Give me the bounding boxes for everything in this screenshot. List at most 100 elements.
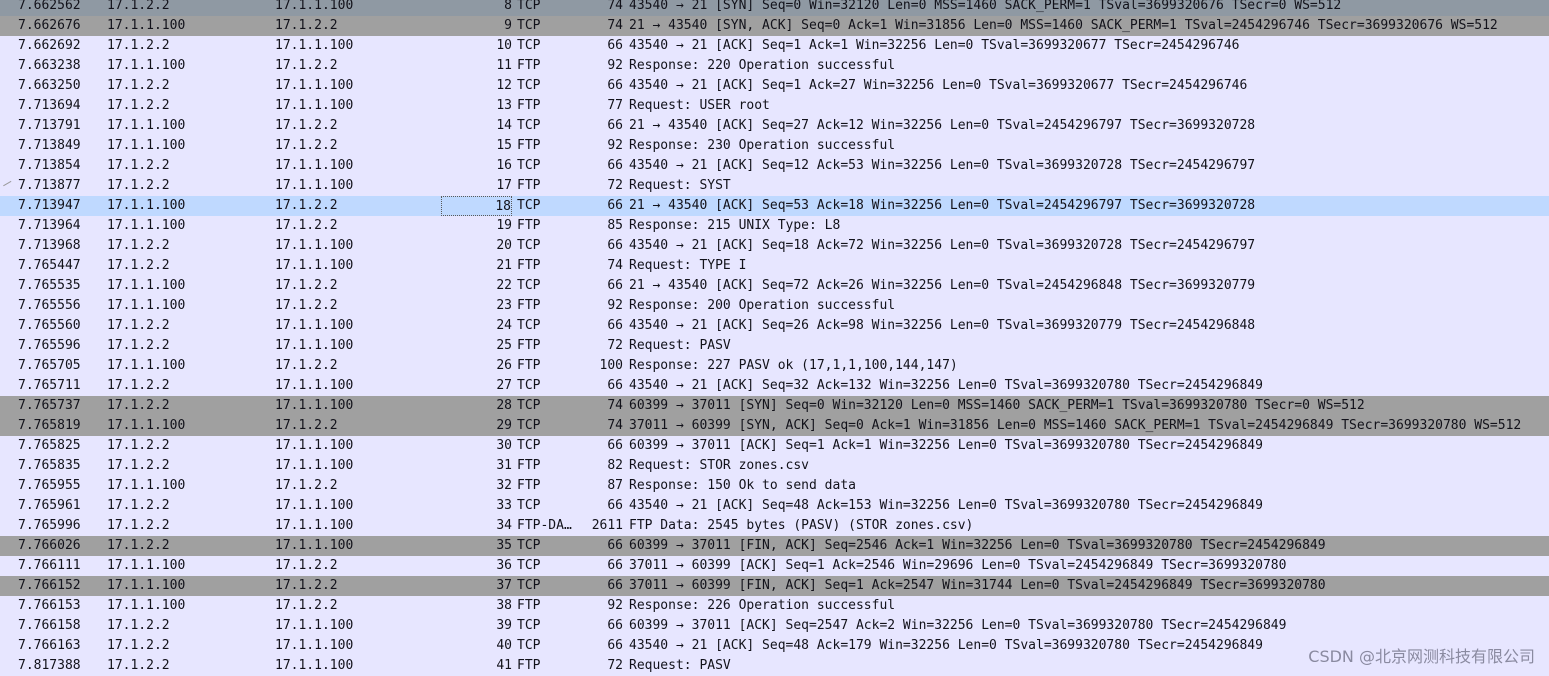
packet-row[interactable]: 7.766026 17.1.2.2 17.1.1.100 35 TCP 66 6… <box>0 536 1549 556</box>
destination-cell: 17.1.1.100 <box>275 238 354 253</box>
number-cell: 39 <box>496 618 512 633</box>
number-cell: 24 <box>496 318 512 333</box>
packet-row[interactable]: 7.713694 17.1.2.2 17.1.1.100 13 FTP 77 R… <box>0 96 1549 116</box>
length-cell: 66 <box>607 638 623 653</box>
packet-row[interactable]: 7.765955 17.1.1.100 17.1.2.2 32 FTP 87 R… <box>0 476 1549 496</box>
packet-row-selected[interactable]: 7.713947 17.1.1.100 17.1.2.2 18 TCP 66 2… <box>0 196 1549 216</box>
info-cell: Request: TYPE I <box>629 258 747 273</box>
protocol-cell: TCP <box>517 438 541 453</box>
source-cell: 17.1.1.100 <box>107 578 186 593</box>
source-cell: 17.1.2.2 <box>107 378 170 393</box>
protocol-cell: FTP <box>517 458 541 473</box>
packet-row[interactable]: 7.765711 17.1.2.2 17.1.1.100 27 TCP 66 4… <box>0 376 1549 396</box>
destination-cell: 17.1.1.100 <box>275 538 354 553</box>
packet-row[interactable]: 7.663238 17.1.1.100 17.1.2.2 11 FTP 92 R… <box>0 56 1549 76</box>
time-cell: 7.713964 <box>18 218 81 233</box>
packet-list[interactable]: 7.662562 17.1.2.2 17.1.1.100 8 TCP 74 43… <box>0 0 1549 676</box>
length-cell: 74 <box>607 18 623 33</box>
time-cell: 7.713694 <box>18 98 81 113</box>
packet-row[interactable]: 7.765835 17.1.2.2 17.1.1.100 31 FTP 82 R… <box>0 456 1549 476</box>
info-cell: Response: 230 Operation successful <box>629 138 896 153</box>
destination-cell: 17.1.1.100 <box>275 318 354 333</box>
protocol-cell: FTP <box>517 358 541 373</box>
number-cell: 27 <box>496 378 512 393</box>
packet-row[interactable]: 7.765737 17.1.2.2 17.1.1.100 28 TCP 74 6… <box>0 396 1549 416</box>
time-cell: 7.765560 <box>18 318 81 333</box>
packet-row[interactable]: 7.765819 17.1.1.100 17.1.2.2 29 TCP 74 3… <box>0 416 1549 436</box>
source-cell: 17.1.2.2 <box>107 498 170 513</box>
number-cell: 20 <box>496 238 512 253</box>
packet-row[interactable]: 7.765556 17.1.1.100 17.1.2.2 23 FTP 92 R… <box>0 296 1549 316</box>
info-cell: 43540 → 21 [ACK] Seq=12 Ack=53 Win=32256… <box>629 158 1256 173</box>
protocol-cell: TCP <box>517 418 541 433</box>
packet-row[interactable]: 7.765560 17.1.2.2 17.1.1.100 24 TCP 66 4… <box>0 316 1549 336</box>
number-cell: 40 <box>496 638 512 653</box>
info-cell: 60399 → 37011 [ACK] Seq=1 Ack=1 Win=3225… <box>629 438 1263 453</box>
packet-row[interactable]: 7.662676 17.1.1.100 17.1.2.2 9 TCP 74 21… <box>0 16 1549 36</box>
packet-row[interactable]: 7.713854 17.1.2.2 17.1.1.100 16 TCP 66 4… <box>0 156 1549 176</box>
packet-row[interactable]: 7.765705 17.1.1.100 17.1.2.2 26 FTP 100 … <box>0 356 1549 376</box>
packet-row[interactable]: 7.713877 17.1.2.2 17.1.1.100 17 FTP 72 R… <box>0 176 1549 196</box>
protocol-cell: TCP <box>517 538 541 553</box>
packet-row[interactable]: 7.662562 17.1.2.2 17.1.1.100 8 TCP 74 43… <box>0 0 1549 16</box>
time-cell: 7.766163 <box>18 638 81 653</box>
number-cell: 19 <box>496 218 512 233</box>
source-cell: 17.1.2.2 <box>107 178 170 193</box>
packet-row[interactable]: 7.713964 17.1.1.100 17.1.2.2 19 FTP 85 R… <box>0 216 1549 236</box>
destination-cell: 17.1.2.2 <box>275 198 338 213</box>
length-cell: 66 <box>607 538 623 553</box>
destination-cell: 17.1.2.2 <box>275 558 338 573</box>
packet-row[interactable]: 7.765996 17.1.2.2 17.1.1.100 34 FTP-DA… … <box>0 516 1549 536</box>
length-cell: 66 <box>607 558 623 573</box>
number-cell: 9 <box>504 18 512 33</box>
destination-cell: 17.1.1.100 <box>275 498 354 513</box>
source-cell: 17.1.1.100 <box>107 18 186 33</box>
info-cell: 37011 → 60399 [ACK] Seq=1 Ack=2546 Win=2… <box>629 558 1287 573</box>
protocol-cell: TCP <box>517 158 541 173</box>
source-cell: 17.1.2.2 <box>107 658 170 673</box>
source-cell: 17.1.2.2 <box>107 458 170 473</box>
protocol-cell: FTP <box>517 138 541 153</box>
packet-row[interactable]: 7.713968 17.1.2.2 17.1.1.100 20 TCP 66 4… <box>0 236 1549 256</box>
packet-row[interactable]: 7.766158 17.1.2.2 17.1.1.100 39 TCP 66 6… <box>0 616 1549 636</box>
source-cell: 17.1.2.2 <box>107 538 170 553</box>
time-cell: 7.662562 <box>18 0 81 13</box>
packet-row[interactable]: 7.766153 17.1.1.100 17.1.2.2 38 FTP 92 R… <box>0 596 1549 616</box>
packet-row[interactable]: 7.765825 17.1.2.2 17.1.1.100 30 TCP 66 6… <box>0 436 1549 456</box>
packet-row[interactable]: 7.765596 17.1.2.2 17.1.1.100 25 FTP 72 R… <box>0 336 1549 356</box>
info-cell: 43540 → 21 [ACK] Seq=1 Ack=1 Win=32256 L… <box>629 38 1240 53</box>
protocol-cell: TCP <box>517 78 541 93</box>
info-cell: 37011 → 60399 [SYN, ACK] Seq=0 Ack=1 Win… <box>629 418 1522 433</box>
number-cell: 8 <box>504 0 512 13</box>
info-cell: Response: 226 Operation successful <box>629 598 896 613</box>
time-cell: 7.713968 <box>18 238 81 253</box>
time-cell: 7.713854 <box>18 158 81 173</box>
number-cell: 30 <box>496 438 512 453</box>
packet-row[interactable]: 7.765447 17.1.2.2 17.1.1.100 21 FTP 74 R… <box>0 256 1549 276</box>
protocol-cell: TCP <box>517 498 541 513</box>
protocol-cell: TCP <box>517 198 541 213</box>
destination-cell: 17.1.2.2 <box>275 58 338 73</box>
source-cell: 17.1.2.2 <box>107 338 170 353</box>
packet-row[interactable]: 7.713791 17.1.1.100 17.1.2.2 14 TCP 66 2… <box>0 116 1549 136</box>
packet-row[interactable]: 7.662692 17.1.2.2 17.1.1.100 10 TCP 66 4… <box>0 36 1549 56</box>
protocol-cell: FTP <box>517 338 541 353</box>
time-cell: 7.713791 <box>18 118 81 133</box>
packet-row[interactable]: 7.713849 17.1.1.100 17.1.2.2 15 FTP 92 R… <box>0 136 1549 156</box>
packet-row[interactable]: 7.766152 17.1.1.100 17.1.2.2 37 TCP 66 3… <box>0 576 1549 596</box>
info-cell: 60399 → 37011 [ACK] Seq=2547 Ack=2 Win=3… <box>629 618 1287 633</box>
destination-cell: 17.1.2.2 <box>275 118 338 133</box>
length-cell: 66 <box>607 278 623 293</box>
packet-row[interactable]: 7.765535 17.1.1.100 17.1.2.2 22 TCP 66 2… <box>0 276 1549 296</box>
info-cell: 43540 → 21 [ACK] Seq=48 Ack=153 Win=3225… <box>629 498 1263 513</box>
protocol-cell: TCP <box>517 18 541 33</box>
packet-row[interactable]: 7.663250 17.1.2.2 17.1.1.100 12 TCP 66 4… <box>0 76 1549 96</box>
number-cell: 22 <box>496 278 512 293</box>
packet-row[interactable]: 7.765961 17.1.2.2 17.1.1.100 33 TCP 66 4… <box>0 496 1549 516</box>
destination-cell: 17.1.1.100 <box>275 338 354 353</box>
number-cell: 29 <box>496 418 512 433</box>
packet-row[interactable]: 7.766111 17.1.1.100 17.1.2.2 36 TCP 66 3… <box>0 556 1549 576</box>
source-cell: 17.1.2.2 <box>107 238 170 253</box>
time-cell: 7.765711 <box>18 378 81 393</box>
length-cell: 2611 <box>591 518 623 533</box>
